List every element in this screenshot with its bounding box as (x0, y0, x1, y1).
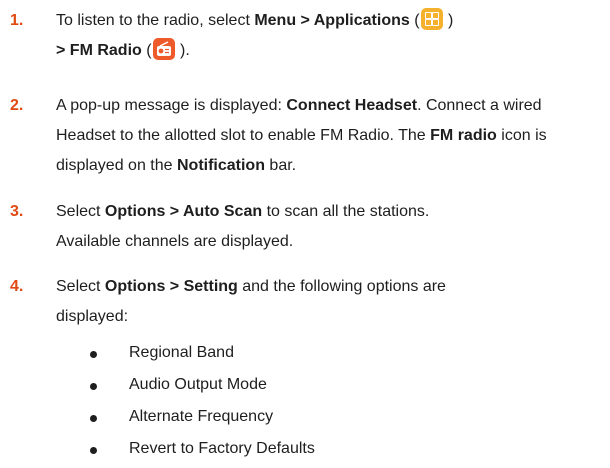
step-text-part: bar. (264, 157, 297, 174)
connect-headset-label: Connect Headset (286, 97, 418, 114)
option-label: Alternate Frequency (129, 408, 274, 425)
fm-radio-label: FM Radio (69, 42, 142, 59)
option-label: Regional Band (129, 344, 234, 361)
paren-open: ( (141, 42, 152, 59)
fm-radio-icon (152, 38, 175, 60)
separator: > (56, 42, 70, 59)
instruction-page: 1. To listen to the radio, select Menu >… (0, 0, 610, 468)
paren-open: ( (409, 12, 420, 29)
paren-close: ). (175, 42, 190, 59)
apps-grid-icon (420, 8, 443, 30)
step-text-part: A pop-up message is displayed: (56, 97, 287, 114)
step-text: Select Options > Auto Scan to scan all t… (56, 197, 456, 257)
step-number: 3. (10, 203, 24, 220)
step-text: To listen to the radio, select Menu > Ap… (56, 6, 604, 66)
bullet-dot (90, 415, 97, 422)
bullet-dot (90, 351, 97, 358)
auto-scan-label: Options > Auto Scan (104, 203, 263, 220)
step-text: A pop-up message is displayed: Connect H… (56, 91, 604, 181)
list-item: Alternate Frequency (0, 402, 600, 432)
step-1-line-1: To listen to the radio, select Menu > Ap… (56, 6, 604, 36)
bullet-dot (90, 383, 97, 390)
step-text-part: Select (56, 278, 105, 295)
option-label: Revert to Factory Defaults (129, 440, 315, 457)
step-1-line-2: > FM Radio ( ). (56, 36, 604, 66)
notification-label: Notification (176, 157, 265, 174)
step-number: 2. (10, 97, 24, 114)
fm-radio-label: FM radio (430, 127, 497, 144)
list-item: Audio Output Mode (0, 370, 600, 400)
paren-close: ) (443, 12, 454, 29)
bullet-dot (90, 447, 97, 454)
option-label: Audio Output Mode (129, 376, 267, 393)
separator: > (296, 12, 314, 29)
menu-label: Menu (254, 12, 297, 29)
list-item: Revert to Factory Defaults (0, 434, 600, 464)
step-text-part: To listen to the radio, select (56, 12, 255, 29)
step-text-part: Select (56, 203, 105, 220)
step-number: 1. (10, 12, 24, 29)
list-item: Regional Band (0, 338, 600, 368)
step-number: 4. (10, 278, 24, 295)
step-text: Select Options > Setting and the followi… (56, 272, 496, 332)
applications-label: Applications (313, 12, 410, 29)
setting-label: Options > Setting (104, 278, 238, 295)
